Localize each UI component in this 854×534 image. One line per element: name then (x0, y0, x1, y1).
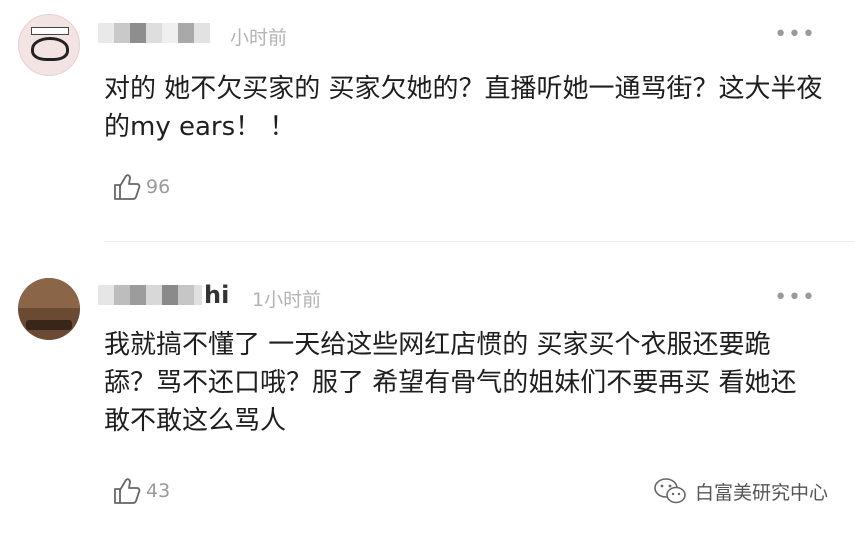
comment-time: 1小时前 (252, 289, 322, 311)
like-count: 96 (146, 176, 171, 198)
avatar[interactable] (18, 278, 80, 340)
wechat-icon (654, 478, 686, 504)
divider (104, 241, 854, 242)
avatar-cat-drawing (31, 37, 69, 61)
thumbs-up-icon (114, 174, 141, 200)
more-options-icon[interactable]: ••• (774, 285, 816, 310)
comment-time: 小时前 (230, 27, 288, 49)
username-blurred[interactable] (98, 22, 210, 44)
watermark: 白富美研究中心 (653, 477, 828, 505)
avatar-top-band (18, 278, 80, 308)
like-button[interactable]: 96 (112, 172, 170, 202)
thumbs-up-icon (114, 478, 141, 504)
avatar[interactable] (18, 14, 80, 76)
avatar-label-decoration (31, 27, 69, 35)
username-suffix: hi (204, 281, 230, 309)
comment-text: 我就搞不懂了 一天给这些网红店惯的 买家买个衣服还要跪舔？骂不还口哦？服了 希望… (104, 330, 797, 436)
watermark-text: 白富美研究中心 (694, 481, 828, 504)
avatar-text-decoration (26, 320, 72, 330)
comment-text: 对的 她不欠买家的 买家欠她的？直播听她一通骂街？这大半夜的my ears！ ！ (104, 74, 823, 142)
like-count: 43 (146, 480, 171, 502)
username-blurred[interactable]: hi (98, 281, 230, 309)
more-options-icon[interactable]: ••• (774, 22, 816, 47)
like-button[interactable]: 43 (112, 476, 170, 506)
